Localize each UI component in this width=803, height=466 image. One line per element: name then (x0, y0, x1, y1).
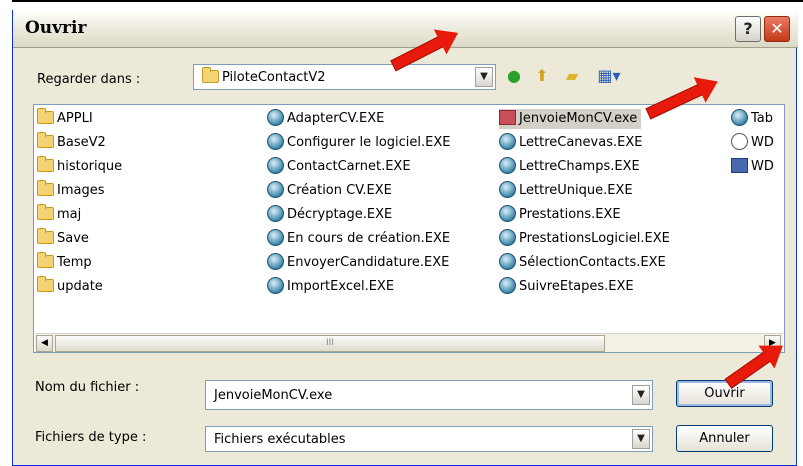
scroll-thumb[interactable]: III (55, 335, 605, 352)
list-item[interactable]: Tab (731, 109, 773, 129)
list-item[interactable]: ContactCarnet.EXE (267, 157, 411, 177)
folder-icon (37, 228, 54, 244)
list-item[interactable]: SuivreEtapes.EXE (499, 277, 634, 297)
list-item[interactable]: Prestations.EXE (499, 205, 621, 225)
list-item[interactable]: APPLI (37, 108, 93, 129)
list-item[interactable]: Images (37, 180, 105, 201)
chevron-down-icon[interactable]: ▼ (632, 429, 650, 449)
exe-icon (267, 205, 284, 222)
clock-icon (731, 133, 748, 150)
exe-icon (267, 253, 284, 270)
list-item[interactable]: En cours de création.EXE (267, 229, 450, 249)
folder-icon (37, 252, 54, 268)
lookin-value: PiloteContactV2 (222, 70, 326, 85)
list-item[interactable]: LettreUnique.EXE (499, 181, 633, 201)
list-item[interactable]: historique (37, 156, 122, 177)
filetype-value: Fichiers exécutables (214, 432, 346, 447)
list-item[interactable]: WD (731, 133, 774, 153)
filename-combo[interactable]: JenvoieMonCV.exe ▼ (205, 380, 653, 410)
list-item[interactable]: LettreChamps.EXE (499, 157, 640, 177)
folder-icon (37, 180, 54, 196)
list-item[interactable]: SélectionContacts.EXE (499, 253, 666, 273)
exe-icon (499, 133, 516, 150)
folder-icon (37, 156, 54, 172)
open-file-dialog: Ouvrir ? ✕ Regarder dans : PiloteContact… (12, 10, 798, 466)
cancel-button[interactable]: Annuler (676, 425, 773, 452)
folder-icon (202, 67, 219, 83)
list-item[interactable]: ImportExcel.EXE (267, 277, 394, 297)
folder-icon (37, 132, 54, 148)
top-border-line (0, 0, 803, 2)
chevron-down-icon[interactable]: ▼ (475, 67, 493, 87)
chevron-down-icon[interactable]: ▼ (632, 385, 650, 405)
exe-icon (731, 109, 748, 126)
exe-icon (499, 277, 516, 294)
help-button[interactable]: ? (735, 16, 761, 42)
back-icon[interactable]: ● (503, 65, 525, 87)
exe-icon (499, 157, 516, 174)
file-list[interactable]: APPLI BaseV2 historique Images maj Save … (33, 104, 785, 353)
exe-icon (267, 109, 284, 126)
filetype-combo[interactable]: Fichiers exécutables ▼ (205, 426, 653, 452)
list-item-selected[interactable]: JenvoieMonCV.exe (499, 109, 642, 129)
filename-label: Nom du fichier : (35, 380, 140, 395)
horizontal-scrollbar[interactable]: ◀ III ▶ (35, 333, 783, 352)
exe-icon (499, 253, 516, 270)
exe-icon (267, 133, 284, 150)
lookin-combo[interactable]: PiloteContactV2 ▼ (193, 64, 496, 90)
exe-icon (267, 181, 284, 198)
close-button[interactable]: ✕ (764, 16, 790, 42)
list-item[interactable]: WD (731, 157, 774, 177)
list-item[interactable]: Décryptage.EXE (267, 205, 392, 225)
list-item[interactable]: LettreCanevas.EXE (499, 133, 642, 153)
list-item[interactable]: Création CV.EXE (267, 181, 392, 201)
list-item[interactable]: EnvoyerCandidature.EXE (267, 253, 449, 273)
list-item[interactable]: AdapterCV.EXE (267, 109, 384, 129)
exe-icon (267, 277, 284, 294)
filetype-label: Fichiers de type : (35, 430, 147, 445)
up-folder-icon[interactable]: ⬆ (531, 65, 553, 87)
exe-icon (499, 181, 516, 198)
application-icon (499, 110, 516, 125)
exe-icon (267, 157, 284, 174)
folder-icon (37, 204, 54, 220)
new-folder-icon[interactable]: ▰ (561, 65, 583, 87)
title-bar: Ouvrir ? ✕ (13, 10, 798, 48)
lookin-label: Regarder dans : (37, 72, 141, 87)
list-item[interactable]: PrestationsLogiciel.EXE (499, 229, 670, 249)
scroll-left-icon[interactable]: ◀ (36, 335, 53, 352)
list-item[interactable]: Save (37, 228, 89, 249)
list-item[interactable]: Temp (37, 252, 92, 273)
outer-margin (0, 0, 12, 466)
exe-icon (267, 229, 284, 246)
list-item[interactable]: BaseV2 (37, 132, 106, 153)
computer-icon (731, 158, 748, 173)
filename-input[interactable]: JenvoieMonCV.exe (214, 388, 332, 403)
list-item[interactable]: update (37, 276, 103, 297)
view-menu-icon[interactable]: ▦▾ (593, 65, 625, 87)
exe-icon (499, 205, 516, 222)
list-item[interactable]: maj (37, 204, 81, 225)
folder-icon (37, 276, 54, 292)
list-item[interactable]: Configurer le logiciel.EXE (267, 133, 451, 153)
open-button[interactable]: Ouvrir (676, 380, 773, 407)
window-title: Ouvrir (25, 18, 87, 38)
folder-icon (37, 108, 54, 124)
exe-icon (499, 229, 516, 246)
